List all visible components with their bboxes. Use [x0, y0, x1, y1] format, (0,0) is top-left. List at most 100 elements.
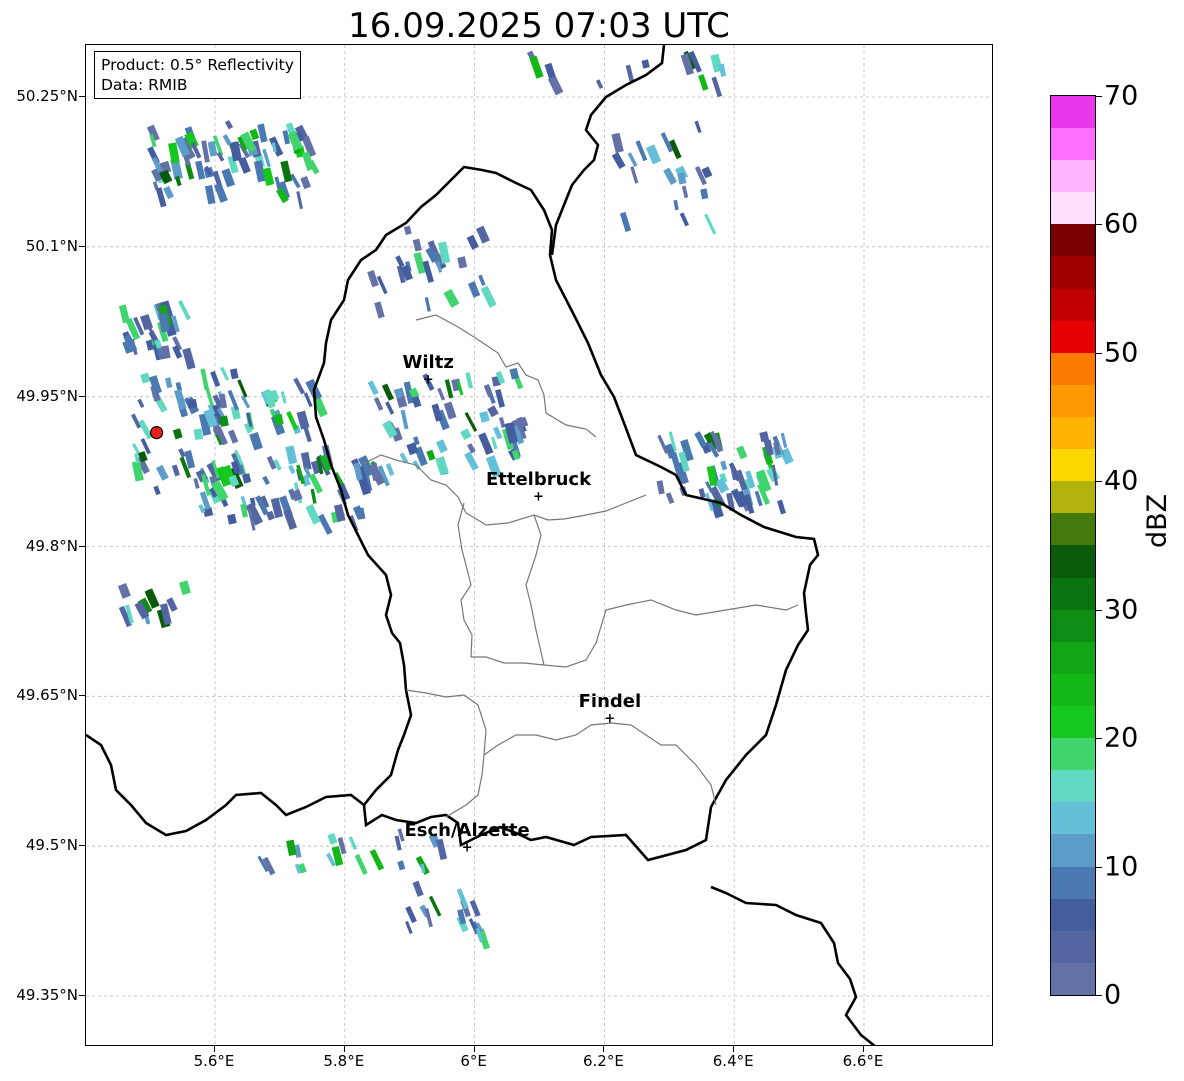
reflectivity-cell	[698, 488, 706, 499]
reflectivity-cell	[249, 431, 263, 451]
reflectivity-cell	[627, 152, 638, 167]
reflectivity-cell	[720, 460, 728, 471]
reflectivity-cell	[300, 451, 312, 471]
reflectivity-cell	[435, 439, 448, 454]
reflectivity-cell	[657, 434, 669, 454]
map-title: 16.09.2025 07:03 UTC	[348, 6, 730, 46]
reflectivity-cell	[286, 839, 297, 856]
lon-tick-label: 6°E	[460, 1052, 487, 1070]
reflectivity-cell	[283, 509, 298, 530]
reflectivity-cell	[443, 401, 457, 420]
lat-tick-mark	[79, 995, 85, 996]
lon-tick-mark	[214, 1046, 215, 1052]
reflectivity-cell	[213, 182, 228, 203]
city-label: Findel	[578, 691, 642, 713]
reflectivity-cell	[698, 74, 709, 91]
reflectivity-cell	[224, 119, 234, 130]
reflectivity-cell	[424, 297, 431, 312]
colorbar-tick-label: 10	[1104, 851, 1139, 883]
colorbar-tick-mark	[1096, 481, 1102, 483]
reflectivity-cell	[759, 431, 770, 443]
colorbar-tick-mark	[1096, 352, 1102, 354]
colorbar-segment	[1051, 320, 1095, 353]
colorbar-segment	[1051, 288, 1095, 321]
lon-tick-label: 5.6°E	[193, 1052, 235, 1070]
reflectivity-cell	[220, 366, 230, 381]
reflectivity-cell	[373, 397, 384, 411]
colorbar-segment	[1051, 95, 1095, 129]
colorbar-segment	[1051, 481, 1095, 514]
colorbar-segment	[1051, 770, 1095, 803]
reflectivity-cell	[216, 152, 225, 162]
colorbar-segment	[1051, 834, 1095, 867]
reflectivity-cell	[293, 377, 306, 395]
reflectivity-cell	[131, 413, 142, 429]
colorbar-segment	[1051, 160, 1095, 193]
colorbar-tick-label: 50	[1104, 337, 1139, 369]
colorbar-tick-mark	[1096, 866, 1102, 868]
radar-map[interactable]	[86, 45, 993, 1046]
radar-map-panel[interactable]	[85, 44, 993, 1046]
reflectivity-cell	[478, 432, 494, 456]
colorbar-segment	[1051, 352, 1095, 385]
reflectivity-cell	[171, 464, 180, 477]
city-marker-icon[interactable]: +	[423, 373, 434, 386]
reflectivity-cell	[711, 76, 723, 98]
reflectivity-cell	[300, 175, 311, 190]
reflectivity-cell	[673, 199, 679, 211]
colorbar-segment	[1051, 513, 1095, 546]
reflectivity-cell	[369, 848, 385, 871]
lat-tick-label: 49.95°N	[16, 386, 78, 405]
reflectivity-cell	[475, 225, 490, 244]
colorbar-segment	[1051, 962, 1095, 995]
colorbar-segment	[1051, 545, 1095, 578]
colorbar-tick-mark	[1096, 738, 1102, 740]
reflectivity-cell	[289, 173, 301, 189]
reflectivity-cell	[178, 300, 191, 321]
lat-tick-mark	[79, 395, 85, 397]
reflectivity-cell	[635, 140, 648, 162]
reflectivity-cell	[262, 475, 270, 486]
radar-site-marker[interactable]	[149, 426, 164, 440]
map-markers	[149, 426, 164, 440]
lon-tick-mark	[733, 1046, 735, 1052]
colorbar-segment	[1051, 609, 1095, 642]
lon-tick-mark	[473, 1046, 475, 1052]
reflectivity-cell	[490, 436, 498, 450]
reflectivity-cell	[137, 398, 145, 408]
colorbar-tick-label: 70	[1104, 80, 1139, 112]
city-marker-icon[interactable]: +	[604, 713, 615, 726]
reflectivity-cell	[155, 464, 169, 481]
reflectivity-cell	[625, 64, 635, 82]
product-info-box: Product: 0.5° Reflectivity Data: RMIB	[94, 51, 301, 99]
reflectivity-cell	[204, 184, 216, 205]
reflectivity-cell	[469, 899, 481, 917]
lon-tick-label: 6.2°E	[582, 1052, 624, 1070]
reflectivity-cell	[227, 513, 237, 525]
reflectivity-cell	[257, 123, 268, 143]
canton-borders	[360, 314, 799, 818]
colorbar-tick-label: 0	[1104, 979, 1122, 1011]
reflectivity-cell	[460, 428, 472, 441]
colorbar-tick-label: 60	[1104, 208, 1139, 240]
colorbar-segment	[1051, 866, 1095, 899]
city-marker-icon[interactable]: +	[533, 490, 544, 503]
reflectivity-cell	[495, 389, 505, 408]
reflectivity-cell	[118, 304, 130, 324]
lat-tick-mark	[79, 96, 85, 97]
lat-tick-mark	[79, 245, 85, 247]
colorbar-tick-mark	[1096, 995, 1102, 996]
reflectivity-cell	[498, 416, 506, 429]
colorbar-segment	[1051, 417, 1095, 450]
lat-tick-label: 49.8°N	[25, 536, 78, 555]
reflectivity-cell	[700, 188, 709, 200]
colorbar-segment	[1051, 577, 1095, 610]
city-marker-icon[interactable]: +	[462, 842, 473, 855]
reflectivity-cell	[367, 380, 379, 396]
colorbar-segment	[1051, 706, 1095, 739]
reflectivity-cell	[210, 370, 221, 387]
reflectivity-cell	[222, 134, 232, 146]
lon-tick-label: 5.8°E	[323, 1052, 365, 1070]
reflectivity-cell	[138, 419, 153, 440]
reflectivity-cell	[193, 428, 204, 441]
